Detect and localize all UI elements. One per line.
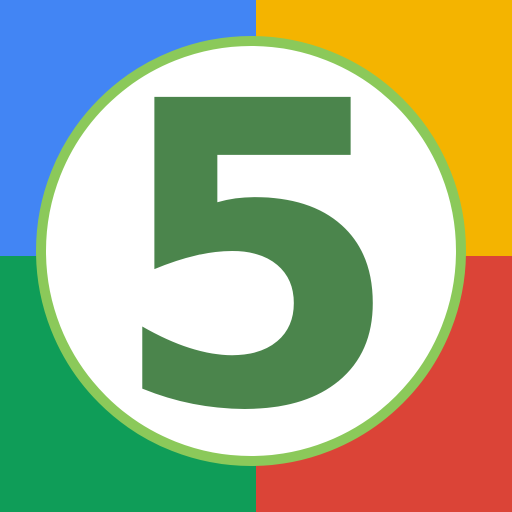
number-five-digit: 5: [109, 14, 403, 503]
app-icon: 5: [0, 0, 512, 512]
